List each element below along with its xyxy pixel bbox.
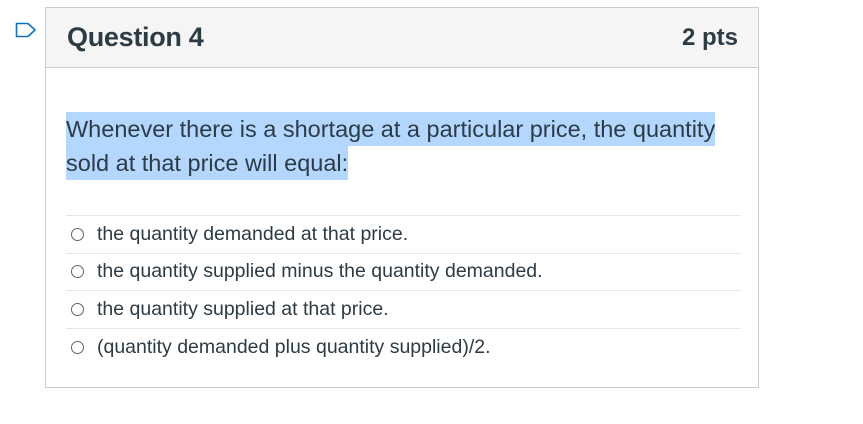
answer-option[interactable]: (quantity demanded plus quantity supplie…: [66, 329, 741, 367]
answer-option[interactable]: the quantity demanded at that price.: [66, 216, 741, 254]
answer-list: the quantity demanded at that price. the…: [66, 215, 741, 366]
radio-unselected-icon[interactable]: [71, 227, 84, 241]
radio-unselected-icon[interactable]: [71, 265, 84, 279]
question-text-selection: Whenever there is a shortage at a partic…: [66, 112, 716, 180]
answer-label[interactable]: the quantity supplied at that price.: [97, 298, 389, 321]
answer-label[interactable]: the quantity demanded at that price.: [97, 223, 408, 246]
answer-option[interactable]: the quantity supplied minus the quantity…: [66, 254, 741, 291]
radio-unselected-icon[interactable]: [71, 302, 84, 316]
answer-option[interactable]: the quantity supplied at that price.: [66, 291, 741, 329]
question-title: Question 4: [67, 22, 204, 52]
answer-label[interactable]: (quantity demanded plus quantity supplie…: [97, 336, 491, 359]
question-header: Question 4 2 pts: [46, 8, 758, 68]
question-card: Question 4 2 pts Whenever there is a sho…: [45, 7, 759, 388]
radio-unselected-icon[interactable]: [71, 340, 84, 354]
question-points: 2 pts: [681, 23, 738, 51]
question-body: Whenever there is a shortage at a partic…: [46, 68, 758, 366]
question-text: Whenever there is a shortage at a partic…: [66, 112, 736, 180]
quiz-page: Question 4 2 pts Whenever there is a sho…: [0, 0, 863, 424]
flag-icon[interactable]: [15, 22, 37, 38]
answer-label[interactable]: the quantity supplied minus the quantity…: [97, 260, 543, 283]
